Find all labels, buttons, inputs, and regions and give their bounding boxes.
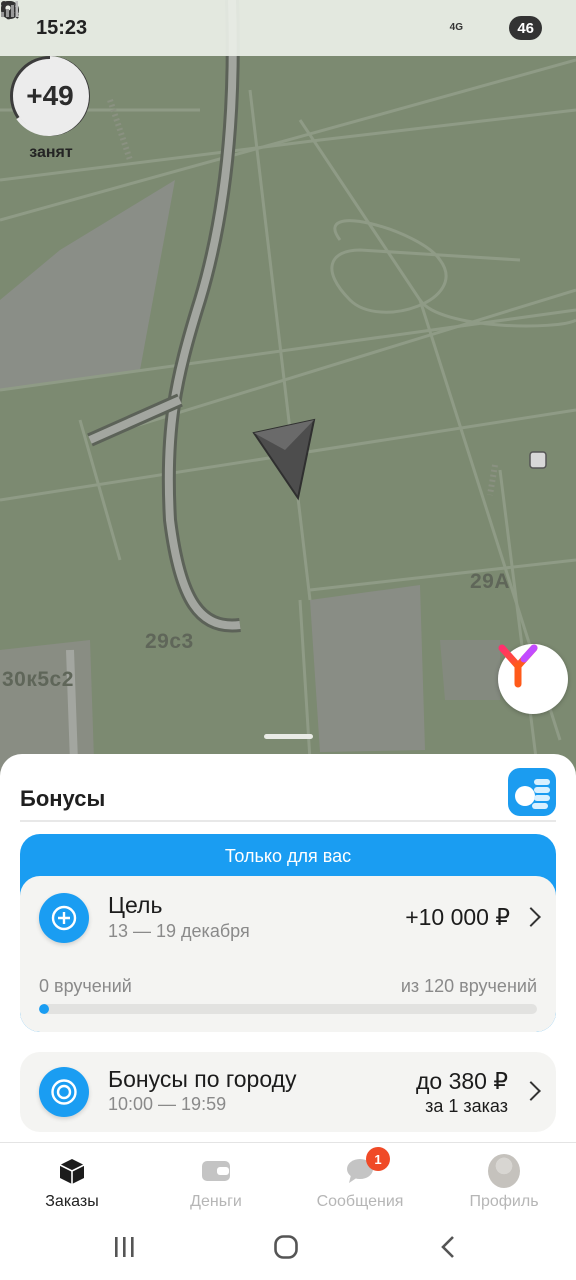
bonuses-sheet: Бонусы Только для вас Цель 13 — 19 декаб… [0,754,576,1142]
more-notifications-dot-icon [1,1,206,39]
yandex-assistant-button[interactable] [498,644,568,714]
busy-progress-ring [16,56,89,136]
system-navigation-bar [0,1212,576,1280]
goal-amount: +10 000 ₽ [405,904,510,930]
chevron-right-icon [521,1081,541,1101]
status-time: 15:23 [36,16,88,39]
target-icon [39,1067,89,1117]
city-bonus-hours: 10:00 — 19:59 [108,1094,227,1114]
chevron-right-icon [521,907,541,927]
map-view[interactable]: 29А 29с3 30к5с2 15:23 4G 46 +49 занят [0,0,576,790]
city-bonus-amount-unit: за 1 заказ [425,1096,508,1116]
goal-bonus-card[interactable]: Цель 13 — 19 декабря +10 000 ₽ 0 вручени… [20,876,556,1032]
city-bonus-amount: до 380 ₽ [416,1068,508,1094]
exclusive-offer-title: Только для вас [224,846,352,866]
recents-icon [115,1237,134,1257]
nav-label-orders: Заказы [45,1193,99,1210]
yandex-logo-icon [498,644,538,688]
avatar [488,1154,520,1188]
chat-icon: 1 [344,1147,390,1187]
goal-progress-target: из 120 вручений [400,976,537,996]
network-type-icon: 4G [445,17,467,39]
home-button[interactable] [266,1230,306,1264]
sheet-drag-handle[interactable] [264,734,313,739]
busy-counter: +49 [10,56,90,136]
busy-status-widget[interactable]: +49 занят [10,56,92,162]
goal-progress-fill [39,1004,49,1014]
signal-icon [1,1,499,39]
mute-icon [1,1,403,39]
network-type-label: 4G [449,22,463,33]
profile-icon-wrap [488,1154,520,1188]
location-icon [1,1,435,39]
map-label-building: 29А [470,570,511,593]
sheet-header: Бонусы [20,764,556,822]
exclusive-offer-card: Только для вас Цель 13 — 19 декабря +10 … [20,834,556,1032]
back-button[interactable] [428,1230,468,1264]
bonus-coins-icon[interactable] [508,768,556,816]
goal-dates: 13 — 19 декабря [108,921,250,941]
home-icon [274,1235,298,1259]
app-notification-icon [1,1,119,39]
goal-plus-icon [39,893,89,943]
back-chevron-icon [441,1236,454,1258]
goal-progress-bar [39,1004,537,1014]
nav-item-profile[interactable]: Профиль [432,1143,576,1212]
bottom-navigation: Заказы Деньги 1 Сообщения Профиль [0,1142,576,1212]
battery-indicator: 46 [509,16,542,40]
nav-label-messages: Сообщения [316,1193,404,1210]
map-label-building: 30к5с2 [2,668,74,691]
orders-box-icon [56,1155,88,1187]
nav-label-money: Деньги [190,1193,242,1210]
city-bonus-card[interactable]: Бонусы по городу 10:00 — 19:59 до 380 ₽ … [20,1052,556,1132]
city-bonus-title: Бонусы по городу [108,1066,297,1092]
unread-messages-badge: 1 [366,1147,390,1171]
goal-title: Цель [108,892,163,918]
map-label-building: 29с3 [145,630,194,653]
sheet-title: Бонусы [20,786,106,811]
nav-item-orders[interactable]: Заказы [0,1143,144,1212]
goal-progress-current: 0 вручений [39,976,132,996]
nav-item-money[interactable]: Деньги [144,1143,288,1212]
nav-item-messages[interactable]: 1 Сообщения [288,1143,432,1212]
busy-status-label: занят [29,144,73,161]
nav-label-profile: Профиль [469,1193,539,1210]
missed-call-icon [1,4,148,39]
recent-apps-button[interactable] [104,1230,144,1264]
umbrella-icon [2,5,177,39]
wallet-icon [200,1155,232,1187]
status-bar: 15:23 4G 46 [0,0,576,56]
